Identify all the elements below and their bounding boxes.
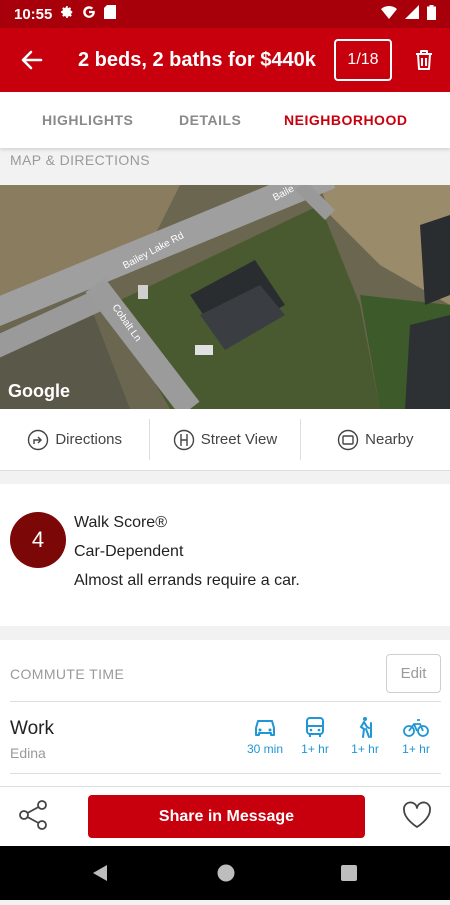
walk-score-card: 4 Walk Score® Car-Dependent Almost all e… [0, 484, 450, 626]
tab-bar: HIGHLIGHTS DETAILS NEIGHBORHOOD [0, 92, 450, 148]
commute-time: 30 min [246, 742, 284, 756]
status-time: 10:55 [14, 5, 53, 23]
commute-mode-walk[interactable]: 1+ hr [340, 716, 390, 756]
sd-card-icon [104, 5, 117, 23]
directions-label: Directions [55, 431, 122, 448]
map-actions: Directions Street View Nearby [0, 409, 450, 471]
signal-icon [405, 5, 419, 23]
divider [10, 701, 441, 702]
nearby-button[interactable]: Nearby [301, 409, 450, 470]
tab-details[interactable]: DETAILS [179, 112, 241, 128]
commute-label: COMMUTE TIME [10, 666, 125, 682]
commute-time: 1+ hr [351, 742, 379, 756]
commute-mode-bus[interactable]: 1+ hr [290, 716, 340, 756]
photo-counter-button[interactable]: 1/18 [334, 39, 392, 81]
car-icon [255, 720, 275, 736]
back-button[interactable] [0, 28, 64, 92]
nav-back-icon[interactable] [93, 865, 107, 881]
nav-home-icon[interactable] [217, 864, 235, 882]
street-view-label: Street View [200, 431, 278, 448]
system-nav-bar [0, 846, 450, 900]
bus-icon [306, 717, 324, 737]
nav-recents-icon[interactable] [341, 865, 357, 881]
map-section-label: MAP & DIRECTIONS [10, 152, 150, 168]
walk-score-category: Car-Dependent [74, 543, 184, 560]
walk-score-title: Walk Score® [74, 514, 167, 531]
delete-button[interactable] [404, 28, 444, 92]
google-g-icon [82, 5, 96, 23]
commute-mode-bike[interactable]: 1+ hr [391, 716, 441, 756]
google-logo: Google [8, 381, 70, 401]
bottom-action-bar: Share in Message [0, 786, 450, 846]
walk-score-badge: 4 [10, 512, 66, 568]
commute-destination-sub: Edina [10, 745, 46, 761]
share-in-message-button[interactable]: Share in Message [88, 795, 365, 838]
settings-icon [60, 5, 74, 23]
directions-icon [28, 429, 49, 450]
bike-icon [403, 719, 429, 737]
tab-neighborhood[interactable]: NEIGHBORHOOD [284, 112, 407, 128]
tab-highlights[interactable]: HIGHLIGHTS [42, 112, 133, 128]
commute-mode-car[interactable]: 30 min [240, 716, 290, 756]
divider [10, 773, 441, 774]
directions-button[interactable]: Directions [0, 409, 149, 470]
battery-icon [427, 4, 436, 24]
edit-commute-button[interactable]: Edit [386, 654, 441, 693]
wifi-icon [381, 5, 397, 23]
share-button[interactable] [18, 799, 50, 836]
walk-icon [359, 717, 372, 738]
commute-time: 1+ hr [301, 742, 329, 756]
status-bar: 10:55 [0, 0, 450, 28]
nearby-label: Nearby [365, 431, 414, 448]
street-view-icon [173, 429, 194, 450]
commute-card: COMMUTE TIME Edit Work Edina 30 min 1+ h… [0, 640, 450, 786]
walk-score-description: Almost all errands require a car. [74, 572, 300, 589]
commute-time: 1+ hr [402, 742, 430, 756]
app-bar: 2 beds, 2 baths for $440k 1/18 [0, 28, 450, 92]
map-view[interactable]: Bailey Lake Rd Cobalt Ln Baile Google [0, 185, 450, 409]
favorite-button[interactable] [402, 801, 432, 834]
trash-icon [416, 50, 432, 70]
page-title: 2 beds, 2 baths for $440k [78, 48, 316, 71]
nearby-icon [337, 429, 359, 450]
arrow-left-icon [21, 50, 43, 70]
heart-icon [403, 801, 431, 828]
share-icon [19, 800, 47, 830]
street-view-button[interactable]: Street View [150, 409, 299, 470]
commute-destination: Work [10, 718, 54, 739]
